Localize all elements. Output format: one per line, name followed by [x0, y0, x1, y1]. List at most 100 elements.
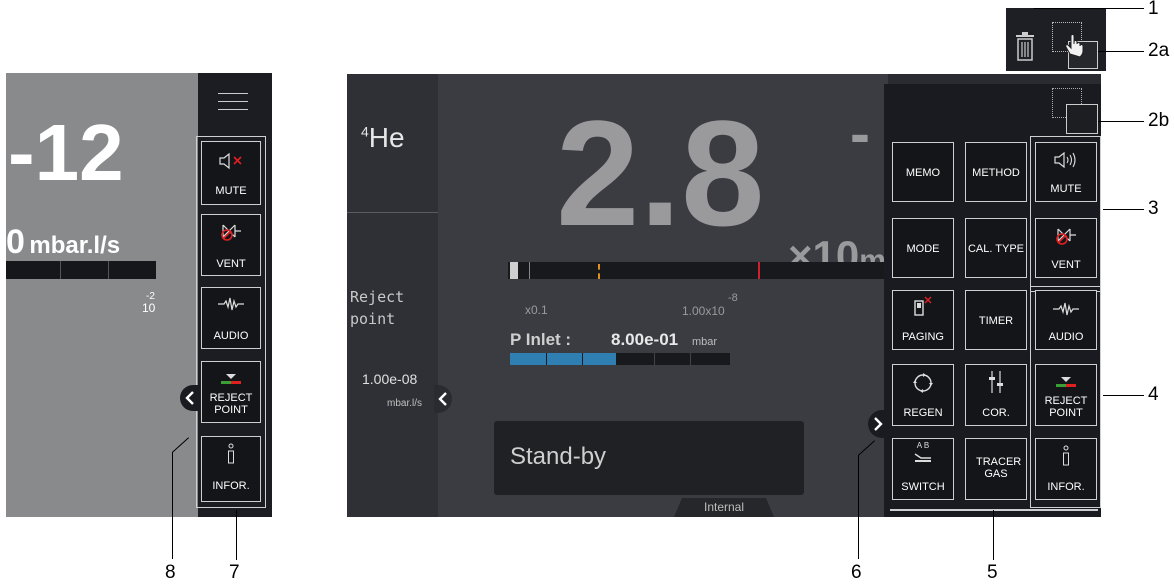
regen-button[interactable]: REGEN	[892, 364, 954, 426]
callout-4: 4	[1148, 384, 1159, 405]
paging-label: PAGING	[902, 331, 944, 343]
reject-point-title: Reject point	[350, 288, 405, 328]
memo-button[interactable]: MEMO	[892, 142, 954, 202]
trash-icon[interactable]	[1014, 32, 1036, 67]
info-icon	[202, 443, 260, 468]
timer-label: TIMER	[978, 315, 1014, 327]
left-unit-value: 0	[6, 223, 25, 261]
tab-internal[interactable]: Internal	[674, 498, 774, 517]
mute-button[interactable]: MUTE	[201, 141, 261, 205]
vent-icon	[202, 221, 260, 246]
mute-label: MUTE	[215, 185, 247, 197]
side-collapse-arrow[interactable]	[434, 385, 452, 413]
chevron-left-icon	[438, 392, 447, 406]
main-value: 2.8	[556, 89, 765, 257]
reject-point-icon	[202, 372, 260, 389]
vent-label-right: VENT	[1051, 259, 1081, 271]
status-box: Stand-by	[494, 421, 804, 495]
gas-isotope: 4	[361, 123, 369, 140]
bar-left-label: x0.1	[525, 303, 548, 317]
right-screen: 4He Reject point 1.00e-08 mbar.l/s 2.8 -…	[347, 74, 1101, 517]
pinlet-unit: mbar	[692, 336, 718, 348]
regen-label: REGEN	[903, 407, 943, 419]
sliders-icon	[966, 369, 1026, 398]
leak-rate-bar	[508, 262, 898, 279]
paging-button[interactable]: PAGING	[892, 290, 954, 350]
left-leak-bar	[6, 261, 156, 279]
vent-button-right[interactable]: VENT	[1035, 218, 1097, 278]
reject-point-label: REJECT POINT	[209, 392, 253, 416]
left-screen: -12 0 mbar.l/s -2 10 MUTE VENT AUDIO REJ…	[6, 73, 272, 517]
timer-button[interactable]: TIMER	[965, 290, 1027, 350]
callout-line-6	[858, 455, 859, 559]
info-label: INFOR.	[212, 480, 250, 492]
info-label-right: INFOR.	[1047, 481, 1085, 493]
left-scale-base: 10	[142, 301, 156, 315]
method-button[interactable]: METHOD	[965, 142, 1027, 202]
top-inset	[1006, 8, 1106, 71]
vent-button[interactable]: VENT	[201, 214, 261, 276]
left-main-value: -12	[8, 108, 124, 197]
panel-bottom-bar	[890, 509, 1098, 511]
regen-icon	[893, 371, 953, 398]
cal-type-button[interactable]: CAL. TYPE	[965, 218, 1027, 278]
switch-button[interactable]: A B SWITCH	[892, 438, 954, 500]
mode-button[interactable]: MODE	[892, 218, 954, 278]
info-button-right[interactable]: INFOR.	[1035, 438, 1097, 500]
callout-line-8	[172, 452, 173, 559]
method-label: METHOD	[972, 167, 1020, 179]
reject-point-label-right: REJECT POINT	[1044, 395, 1088, 419]
main-measurement-area: 2.8 - ×10m x0.1 1.00x10 -8 P Inlet : 8.0…	[434, 74, 898, 517]
chevron-left-icon	[185, 391, 194, 405]
callout-line-7	[236, 510, 237, 560]
audio-button[interactable]: AUDIO	[201, 287, 261, 349]
callout-2b: 2b	[1148, 110, 1170, 131]
callout-line-4	[1103, 395, 1144, 396]
left-unit: mbar.l/s	[29, 232, 121, 259]
bar-right-label: 1.00x10	[682, 304, 725, 318]
mute-button-right[interactable]: MUTE	[1035, 142, 1097, 202]
audio-waveform-icon	[202, 296, 260, 315]
mode-label: MODE	[906, 243, 940, 255]
audio-label: AUDIO	[213, 330, 249, 342]
tracer-gas-label: TRACER GAS	[976, 456, 1022, 480]
gas-element: He	[368, 122, 405, 153]
cor-label: COR.	[982, 407, 1010, 419]
speaker-mute-icon	[202, 152, 260, 173]
reject-point-button-right[interactable]: REJECT POINT	[1035, 364, 1097, 426]
cor-button[interactable]: COR.	[965, 364, 1027, 426]
callout-line-3	[1103, 209, 1144, 210]
panel-drag-target	[1066, 104, 1098, 134]
audio-label-right: AUDIO	[1048, 331, 1084, 343]
gas-label: 4He	[361, 122, 405, 154]
left-measurement-area: -12 0 mbar.l/s -2 10	[6, 73, 198, 517]
audio-button-right[interactable]: AUDIO	[1035, 290, 1097, 350]
info-button[interactable]: INFOR.	[201, 436, 261, 502]
pinlet-bar	[510, 353, 730, 365]
callout-5: 5	[987, 562, 998, 583]
mute-label-right: MUTE	[1050, 183, 1082, 195]
callout-6: 6	[851, 562, 862, 583]
callout-8: 8	[165, 562, 176, 583]
status-text: Stand-by	[510, 443, 607, 470]
tracer-gas-button[interactable]: TRACER GAS	[965, 438, 1027, 500]
speaker-icon	[1036, 151, 1096, 172]
callout-line-5	[993, 510, 994, 560]
collapse-arrow[interactable]	[180, 385, 200, 411]
callout-1: 1	[1148, 0, 1159, 19]
tab-internal-label: Internal	[703, 500, 745, 514]
callout-line-1	[1034, 8, 1144, 9]
reject-value: 1.00e-08	[362, 371, 418, 387]
callout-line-2a	[1098, 51, 1144, 52]
info-icon	[1036, 445, 1096, 470]
vent-icon	[1036, 225, 1096, 250]
switch-icon-text: A B	[916, 441, 930, 450]
reject-point-button[interactable]: REJECT POINT	[201, 361, 261, 423]
callout-2a: 2a	[1148, 40, 1170, 61]
hamburger-icon[interactable]	[218, 91, 248, 111]
callout-7: 7	[229, 562, 240, 583]
audio-waveform-icon	[1036, 301, 1096, 320]
callout-line-2b	[1098, 121, 1144, 122]
side-divider	[347, 212, 438, 213]
callout-3: 3	[1148, 198, 1159, 219]
